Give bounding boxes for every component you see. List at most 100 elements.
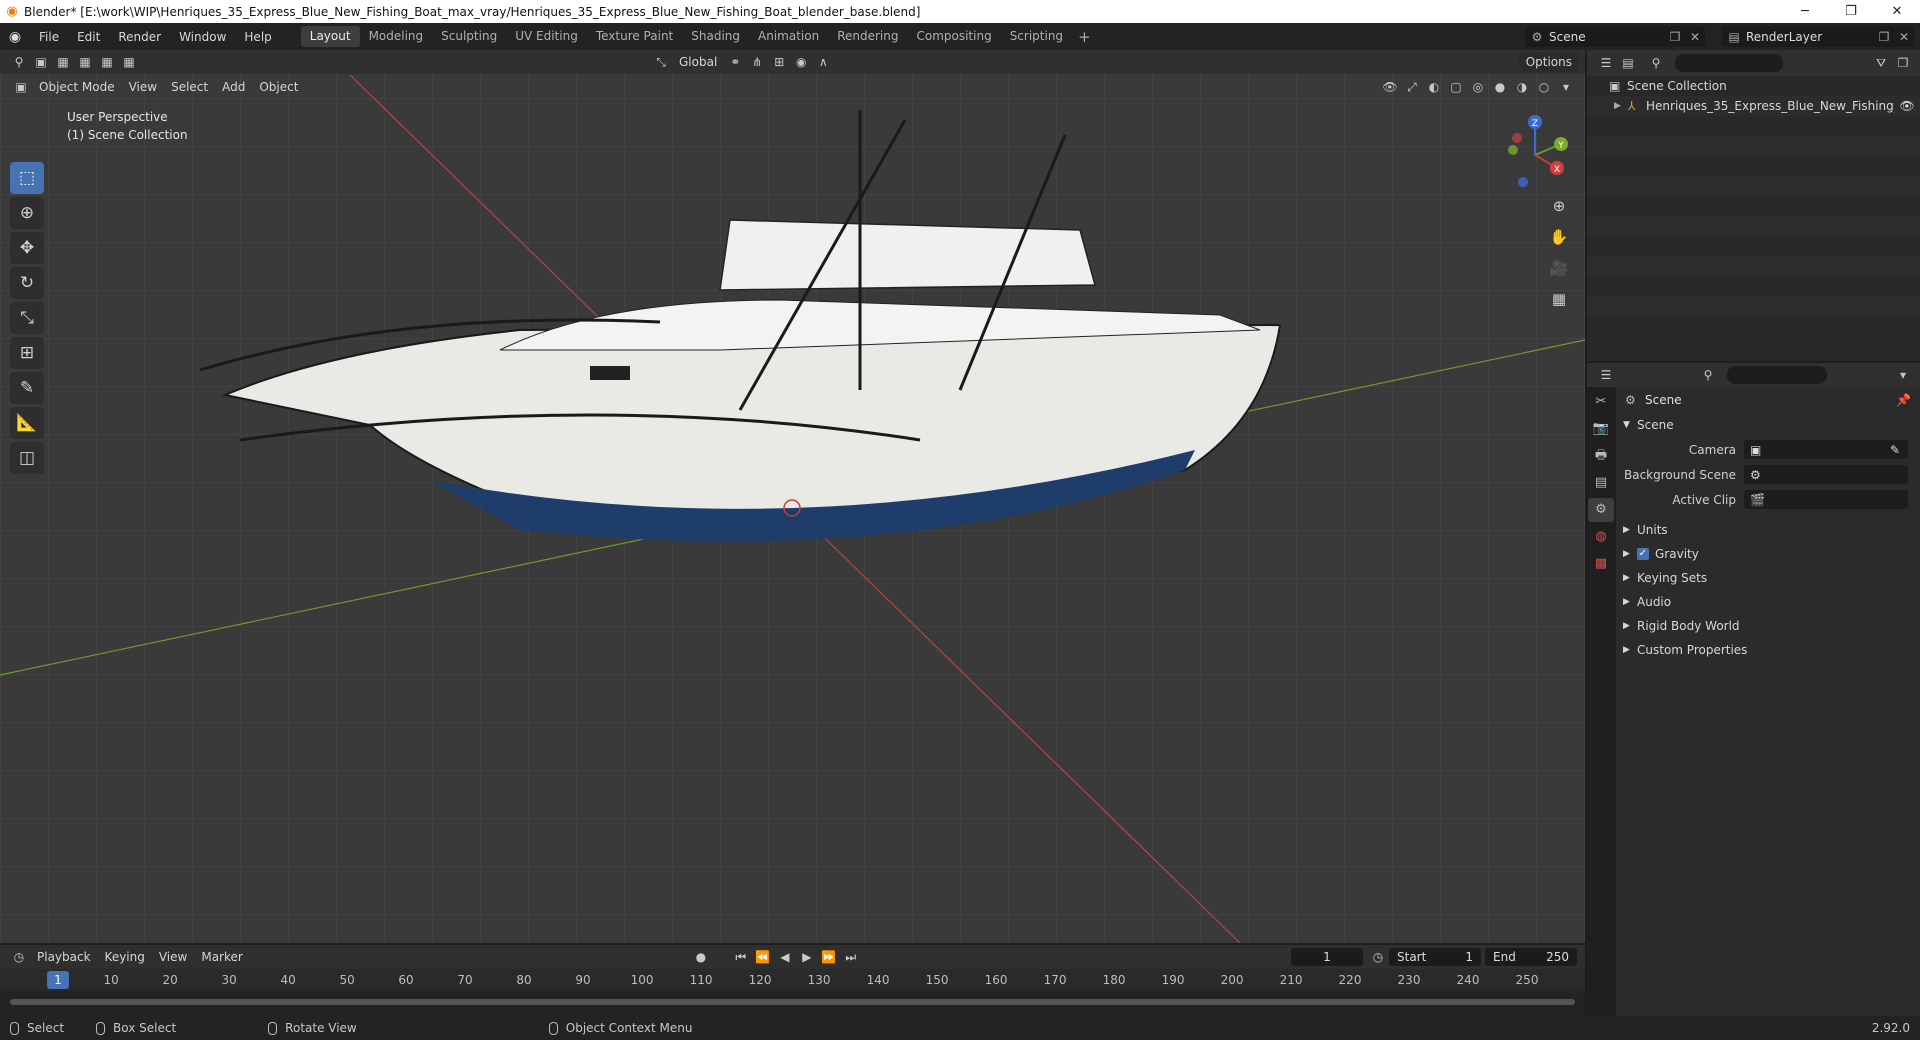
timeline-body[interactable] [0,991,1585,1016]
texture-tab-icon[interactable]: ▩ [1588,552,1614,576]
gizmo-toggle-icon[interactable]: ⤢ [1401,77,1423,97]
timeline-menu-keying[interactable]: Keying [98,947,152,967]
box-select-extend-icon[interactable]: ▦ [74,52,96,72]
annotate-tool-icon[interactable]: ✎ [10,372,44,404]
viewport-menu-object[interactable]: Object [252,77,305,97]
minimize-button[interactable]: ─ [1782,4,1828,19]
play-reverse-icon[interactable]: ◀ [774,947,796,967]
outliner-row-object[interactable]: ▶ ⅄ Henriques_35_Express_Blue_New_Fishin… [1587,96,1920,116]
jump-end-icon[interactable]: ⏭ [840,947,862,967]
jump-keyframe-forward-icon[interactable]: ⏩ [818,947,840,967]
end-frame-field[interactable]: End 250 [1485,948,1577,966]
editor-type-icon[interactable]: ⚲ [8,52,30,72]
box-select-subtract-icon[interactable]: ▦ [96,52,118,72]
timeline-menu-marker[interactable]: Marker [194,947,249,967]
viewport-menu-add[interactable]: Add [215,77,252,97]
transform-tool-icon[interactable]: ⊞ [10,337,44,369]
timeline-menu-view[interactable]: View [152,947,194,967]
timeline-editor-icon[interactable]: ◷ [8,947,30,967]
new-collection-icon[interactable]: ❐ [1892,53,1914,73]
pan-hand-icon[interactable]: ✋ [1545,223,1573,251]
maximize-button[interactable]: ❐ [1828,4,1874,19]
background-scene-field[interactable]: ⚙ [1744,465,1908,484]
remove-scene-icon[interactable]: ✕ [1685,30,1705,44]
box-select-invert-icon[interactable]: ▦ [118,52,140,72]
transform-orientation-dropdown[interactable]: Global [672,52,724,72]
tab-compositing[interactable]: Compositing [907,26,1000,47]
visibility-icon[interactable]: 👁 [1379,77,1401,97]
menu-render[interactable]: Render [109,30,170,44]
wireframe-shading-icon[interactable]: ◎ [1467,77,1489,97]
rigid-body-world-panel[interactable]: ▶ Rigid Body World [1617,614,1920,638]
rotate-tool-icon[interactable]: ↻ [10,267,44,299]
shading-options-icon[interactable]: ▾ [1555,77,1577,97]
timeline-ruler[interactable]: 1 10 20 30 40 50 60 70 80 90 100 110 120 130 140 150 160… [0,969,1585,991]
output-tab-icon[interactable]: 🖶 [1588,444,1614,468]
display-mode-icon[interactable]: ▤ [1617,53,1639,73]
gravity-panel[interactable]: ▶ ✓ Gravity [1617,542,1920,566]
menu-help[interactable]: Help [235,30,280,44]
properties-options-icon[interactable]: ▾ [1892,365,1914,385]
object-mode-dropdown[interactable]: Object Mode [32,77,122,97]
eyedropper-icon[interactable]: ✎ [1890,443,1908,457]
tab-sculpting[interactable]: Sculpting [432,26,506,47]
scene-tab-icon[interactable]: ⚙ [1588,498,1614,522]
active-clip-field[interactable]: 🎬 [1744,490,1908,509]
camera-view-icon[interactable]: 🎥 [1545,254,1573,282]
expand-arrow-icon[interactable]: ▶ [1614,101,1628,111]
world-tab-icon[interactable]: ◍ [1588,525,1614,549]
viewport-menu-select[interactable]: Select [164,77,215,97]
tab-layout[interactable]: Layout [300,26,360,47]
gravity-checkbox[interactable]: ✓ [1637,548,1649,560]
rendered-shading-icon[interactable]: ○ [1533,77,1555,97]
play-icon[interactable]: ▶ [796,947,818,967]
start-frame-field[interactable]: Start 1 [1389,948,1481,966]
tab-animation[interactable]: Animation [749,26,828,47]
3d-viewport[interactable]: ⚲ ▣ ▦ ▦ ▦ ▦ ⤡ Global ⚭ ⋔ ⊞ ◉ ∧ Options ▣… [0,50,1585,943]
audio-panel[interactable]: ▶ Audio [1617,590,1920,614]
menu-window[interactable]: Window [170,30,235,44]
cursor-tool-icon[interactable]: ⊕ [10,197,44,229]
outliner-row-root[interactable]: ▣ Scene Collection [1587,76,1920,96]
scale-tool-icon[interactable]: ⤡ [10,302,44,334]
auto-keying-icon[interactable]: ● [690,947,712,967]
clock-icon[interactable]: ◷ [1367,947,1389,967]
properties-search-input[interactable] [1727,366,1827,384]
scene-section-header[interactable]: ▼ Scene [1617,413,1920,437]
viewlayer-selector[interactable]: ▤ RenderLayer ❐ ✕ [1722,26,1914,47]
blender-menu-icon[interactable]: ◉ [0,29,30,45]
new-viewlayer-icon[interactable]: ❐ [1874,30,1894,44]
camera-field[interactable]: ▣ ✎ [1744,440,1908,459]
add-workspace-button[interactable]: + [1072,28,1097,46]
pin-icon[interactable]: 📌 [1896,393,1920,407]
snap-target-icon[interactable]: ⊞ [768,52,790,72]
tab-shading[interactable]: Shading [682,26,749,47]
falloff-icon[interactable]: ∧ [812,52,834,72]
menu-file[interactable]: File [30,30,68,44]
eye-icon[interactable]: 👁 [1894,99,1920,113]
add-cube-tool-icon[interactable]: ◫ [10,442,44,474]
remove-viewlayer-icon[interactable]: ✕ [1894,30,1914,44]
xray-toggle-icon[interactable]: ▢ [1445,77,1467,97]
tab-scripting[interactable]: Scripting [1001,26,1072,47]
pivot-point-icon[interactable]: ⚭ [724,52,746,72]
select-box-tool-icon[interactable]: ⬚ [10,162,44,194]
navigation-gizmo[interactable]: X Y Z [1495,110,1575,190]
filter-icon[interactable]: ⛛ [1870,53,1892,73]
viewport-menu-view[interactable]: View [122,77,164,97]
jump-start-icon[interactable]: ⏮ [730,947,752,967]
tab-rendering[interactable]: Rendering [828,26,907,47]
solid-shading-icon[interactable]: ● [1489,77,1511,97]
select-mode-icon[interactable]: ▣ [30,52,52,72]
material-shading-icon[interactable]: ◑ [1511,77,1533,97]
custom-properties-panel[interactable]: ▶ Custom Properties [1617,638,1920,662]
timeline-scrollbar[interactable] [10,999,1575,1005]
outliner-editor-icon[interactable]: ☰ [1595,53,1617,73]
measure-tool-icon[interactable]: 📐 [10,407,44,439]
view-layer-tab-icon[interactable]: ▤ [1588,471,1614,495]
render-tab-icon[interactable]: 📷 [1588,417,1614,441]
new-scene-icon[interactable]: ❐ [1665,30,1685,44]
properties-editor-icon[interactable]: ☰ [1595,365,1617,385]
units-panel[interactable]: ▶ Units [1617,518,1920,542]
outliner-search-input[interactable] [1675,54,1783,72]
